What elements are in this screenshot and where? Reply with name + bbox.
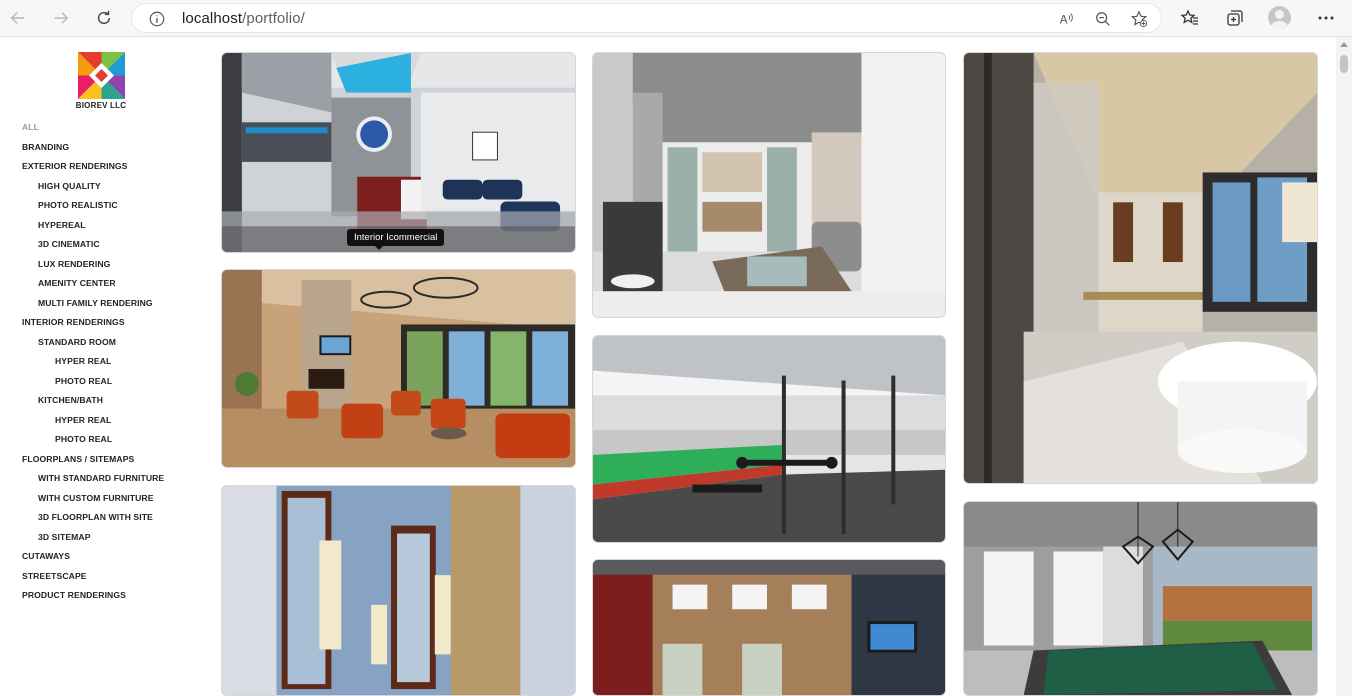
brand-name: BIOREV LLC bbox=[75, 101, 127, 110]
gallery-tile-luxury-bath[interactable] bbox=[963, 52, 1318, 484]
menu-item-with-standard-furniture[interactable]: WITH STANDARD FURNITURE bbox=[38, 473, 164, 483]
menu-item-hypereal[interactable]: HYPEREAL bbox=[38, 220, 86, 230]
interior-commercial-image bbox=[222, 53, 575, 252]
billiards-room-image bbox=[964, 502, 1317, 695]
page-scrollbar[interactable] bbox=[1336, 37, 1352, 696]
favorite-add-icon[interactable] bbox=[1130, 10, 1148, 28]
info-icon[interactable] bbox=[148, 10, 166, 28]
menu-item-kitchen-hyper-real[interactable]: HYPER REAL bbox=[55, 415, 111, 425]
menu-item-all[interactable]: ALL bbox=[22, 122, 39, 132]
profile-icon[interactable] bbox=[1268, 6, 1291, 29]
menu-item-3d-sitemap[interactable]: 3D SITEMAP bbox=[38, 532, 91, 542]
gallery-tile-game-lounge[interactable] bbox=[592, 559, 946, 696]
scroll-thumb[interactable] bbox=[1340, 55, 1348, 73]
clubhouse-lounge-image bbox=[222, 270, 575, 467]
back-icon[interactable] bbox=[5, 6, 31, 30]
gallery-tile-fitness-center[interactable] bbox=[592, 335, 946, 543]
menu-item-standard-hyper-real[interactable]: HYPER REAL bbox=[55, 356, 111, 366]
gallery-tile-apartment-living[interactable] bbox=[592, 52, 946, 318]
menu-item-exterior-renderings[interactable]: EXTERIOR RENDERINGS bbox=[22, 161, 128, 171]
more-icon[interactable] bbox=[1316, 8, 1336, 28]
menu-item-cutaways[interactable]: CUTAWAYS bbox=[22, 551, 70, 561]
refresh-icon[interactable] bbox=[91, 6, 117, 30]
sidebar: BIOREV LLC ALL BRANDING EXTERIOR RENDERI… bbox=[0, 37, 200, 696]
gallery-tile-bath-mirror[interactable] bbox=[221, 485, 576, 696]
brand-logo[interactable] bbox=[78, 52, 125, 99]
fitness-center-image bbox=[593, 336, 945, 542]
game-lounge-image bbox=[593, 560, 945, 695]
url-host: localhost bbox=[182, 10, 243, 27]
menu-item-high-quality[interactable]: HIGH QUALITY bbox=[38, 181, 101, 191]
zoom-icon[interactable] bbox=[1094, 10, 1112, 28]
menu-item-branding[interactable]: BRANDING bbox=[22, 142, 69, 152]
browser-toolbar: localhost/portfolio/ A bbox=[0, 0, 1352, 37]
read-aloud-icon[interactable]: A bbox=[1058, 10, 1076, 28]
scroll-up-icon[interactable] bbox=[1340, 42, 1348, 47]
menu-item-streetscape[interactable]: STREETSCAPE bbox=[22, 571, 87, 581]
menu-item-with-custom-furniture[interactable]: WITH CUSTOM FURNITURE bbox=[38, 493, 154, 503]
favorites-icon[interactable] bbox=[1180, 8, 1200, 28]
menu-item-product-renderings[interactable]: PRODUCT RENDERINGS bbox=[22, 590, 126, 600]
menu-item-3d-floorplan-with-site[interactable]: 3D FLOORPLAN WITH SITE bbox=[38, 512, 153, 522]
menu-item-standard-room[interactable]: STANDARD ROOM bbox=[38, 337, 116, 347]
forward-icon[interactable] bbox=[48, 6, 74, 30]
menu-item-3d-cinematic[interactable]: 3D CINEMATIC bbox=[38, 239, 100, 249]
menu-item-multi-family-rendering[interactable]: MULTI FAMILY RENDERING bbox=[38, 298, 153, 308]
menu-item-amenity-center[interactable]: AMENITY CENTER bbox=[38, 278, 116, 288]
bath-mirror-image bbox=[222, 486, 575, 695]
menu-item-interior-renderings[interactable]: INTERIOR RENDERINGS bbox=[22, 317, 125, 327]
menu-item-floorplans-sitemaps[interactable]: FLOORPLANS / SITEMAPS bbox=[22, 454, 134, 464]
svg-text:A: A bbox=[1060, 14, 1068, 27]
url-text[interactable]: localhost/portfolio/ bbox=[182, 10, 305, 27]
gallery-tile-interior-commercial[interactable]: Interior Icommercial bbox=[221, 52, 576, 253]
menu-item-photo-realistic[interactable]: PHOTO REALISTIC bbox=[38, 200, 118, 210]
menu-item-standard-photo-real[interactable]: PHOTO REAL bbox=[55, 376, 112, 386]
apartment-living-image bbox=[593, 53, 945, 317]
luxury-bath-image bbox=[964, 53, 1317, 483]
collections-icon[interactable] bbox=[1225, 8, 1245, 28]
menu-item-kitchen-photo-real[interactable]: PHOTO REAL bbox=[55, 434, 112, 444]
url-path: /portfolio/ bbox=[242, 10, 305, 27]
tile-tooltip: Interior Icommercial bbox=[347, 229, 445, 250]
address-bar[interactable]: localhost/portfolio/ A bbox=[131, 3, 1162, 33]
menu-item-lux-rendering[interactable]: LUX RENDERING bbox=[38, 259, 110, 269]
gallery-tile-clubhouse-lounge[interactable] bbox=[221, 269, 576, 468]
menu-item-kitchen-bath[interactable]: KITCHEN/BATH bbox=[38, 395, 103, 405]
gallery-tile-billiards-room[interactable] bbox=[963, 501, 1318, 696]
